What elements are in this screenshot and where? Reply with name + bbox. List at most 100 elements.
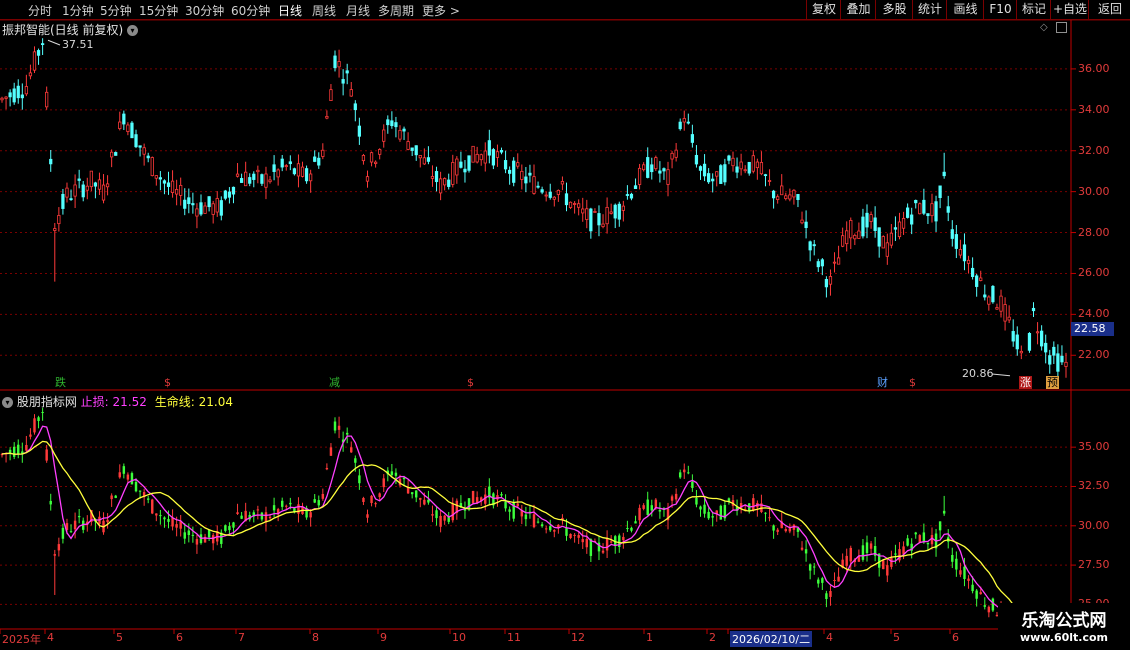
indicator-body (126, 474, 130, 480)
candle-body (463, 168, 467, 173)
candle-body (276, 169, 280, 178)
indicator-body (687, 472, 690, 474)
candle-body (508, 169, 512, 174)
candle-body (759, 162, 764, 175)
indicator-body (581, 539, 584, 543)
candle-body (776, 196, 780, 200)
candle-body (650, 164, 654, 173)
candle-body (987, 296, 991, 305)
candle-body (1064, 361, 1068, 367)
candle-body (471, 145, 475, 163)
event-marker[interactable]: 财 (876, 376, 889, 389)
y-tick-label: 28.00 (1078, 225, 1110, 239)
candle-body (365, 176, 370, 182)
watermark-url: www.60lt.com (1019, 631, 1109, 644)
indicator-body (12, 446, 16, 457)
stock-chart[interactable] (0, 0, 1130, 650)
candle-body (983, 294, 987, 298)
x-tick-label: 6 (952, 631, 959, 644)
candle-body (434, 171, 439, 183)
candle-body (203, 205, 207, 214)
stop-value: 21.52 (112, 395, 147, 409)
chevron-down-icon[interactable]: ▾ (127, 25, 139, 36)
maximize-icon[interactable] (1056, 22, 1067, 33)
indicator-body (309, 512, 312, 518)
candle-body (4, 96, 8, 99)
candle-body (244, 171, 248, 187)
chevron-down-icon[interactable]: ▾ (2, 397, 13, 408)
candle-body (175, 189, 179, 195)
x-tick-label: 12 (571, 631, 585, 644)
candle-body (300, 166, 305, 177)
candle-body (613, 204, 617, 219)
indicator-body (329, 447, 333, 456)
candle-body (329, 89, 333, 102)
candle-body (69, 198, 73, 201)
candle-body (577, 203, 581, 208)
candle-body (548, 191, 552, 198)
indicator-body (73, 520, 77, 530)
indicator-body (768, 517, 771, 519)
indicator-plot (0, 407, 1039, 628)
candle-body (715, 171, 719, 177)
event-marker[interactable]: $ (908, 376, 917, 389)
candle-body (763, 174, 768, 177)
candle-body (877, 227, 881, 247)
indicator-body (45, 449, 48, 461)
life-value: 21.04 (198, 395, 233, 409)
candle-body (394, 122, 398, 128)
indicator-body (829, 591, 832, 597)
candle-body (719, 165, 723, 184)
indicator-body (431, 514, 434, 516)
candle-body (333, 55, 337, 69)
event-marker[interactable]: 跌 (54, 376, 67, 389)
event-marker[interactable]: 涨 (1019, 376, 1032, 389)
main-panel-header: 振邦智能(日线 前复权) ▾ (2, 21, 139, 38)
candle-body (556, 189, 560, 195)
candle-body (828, 276, 833, 285)
candle-body (581, 208, 585, 214)
stop-label: 止损: (80, 395, 109, 409)
candle-body (475, 153, 479, 163)
candle-body (958, 249, 963, 256)
candle-body (658, 170, 662, 174)
indicator-body (825, 593, 828, 599)
candle-body (646, 157, 650, 178)
candle-body (938, 185, 942, 199)
candle-body (36, 50, 41, 56)
y-tick-label: 35.00 (1078, 440, 1110, 454)
indicator-body (532, 514, 536, 528)
candle-body (914, 199, 918, 204)
candle-body (73, 184, 77, 197)
indicator-body (183, 532, 186, 539)
candle-body (77, 178, 81, 181)
y-tick-label: 32.50 (1078, 479, 1110, 493)
event-marker[interactable]: $ (163, 376, 172, 389)
candle-body (1056, 353, 1060, 372)
diamond-icon[interactable]: ◇ (1040, 22, 1048, 33)
candle-body (1015, 334, 1019, 350)
candle-body (946, 206, 950, 213)
indicator-body (337, 425, 341, 430)
event-marker[interactable]: 预 (1046, 376, 1059, 389)
indicator-body (788, 528, 792, 532)
indicator-body (471, 490, 475, 504)
candle-body (796, 194, 800, 200)
indicator-body (886, 565, 889, 576)
indicator-body (585, 538, 589, 548)
event-marker[interactable]: 减 (328, 376, 341, 389)
indicator-body (17, 444, 20, 454)
indicator-body (260, 512, 264, 520)
candle-body (447, 179, 451, 187)
candle-body (122, 113, 126, 125)
indicator-body (159, 515, 162, 517)
indicator-body (285, 505, 288, 507)
indicator-body (784, 529, 788, 532)
candle-body (922, 199, 926, 214)
candle-body (223, 190, 227, 199)
candle-body (564, 193, 569, 206)
candle-body (1031, 307, 1036, 312)
event-marker[interactable]: $ (466, 376, 475, 389)
candle-body (849, 220, 853, 239)
indicator-body (922, 532, 926, 543)
